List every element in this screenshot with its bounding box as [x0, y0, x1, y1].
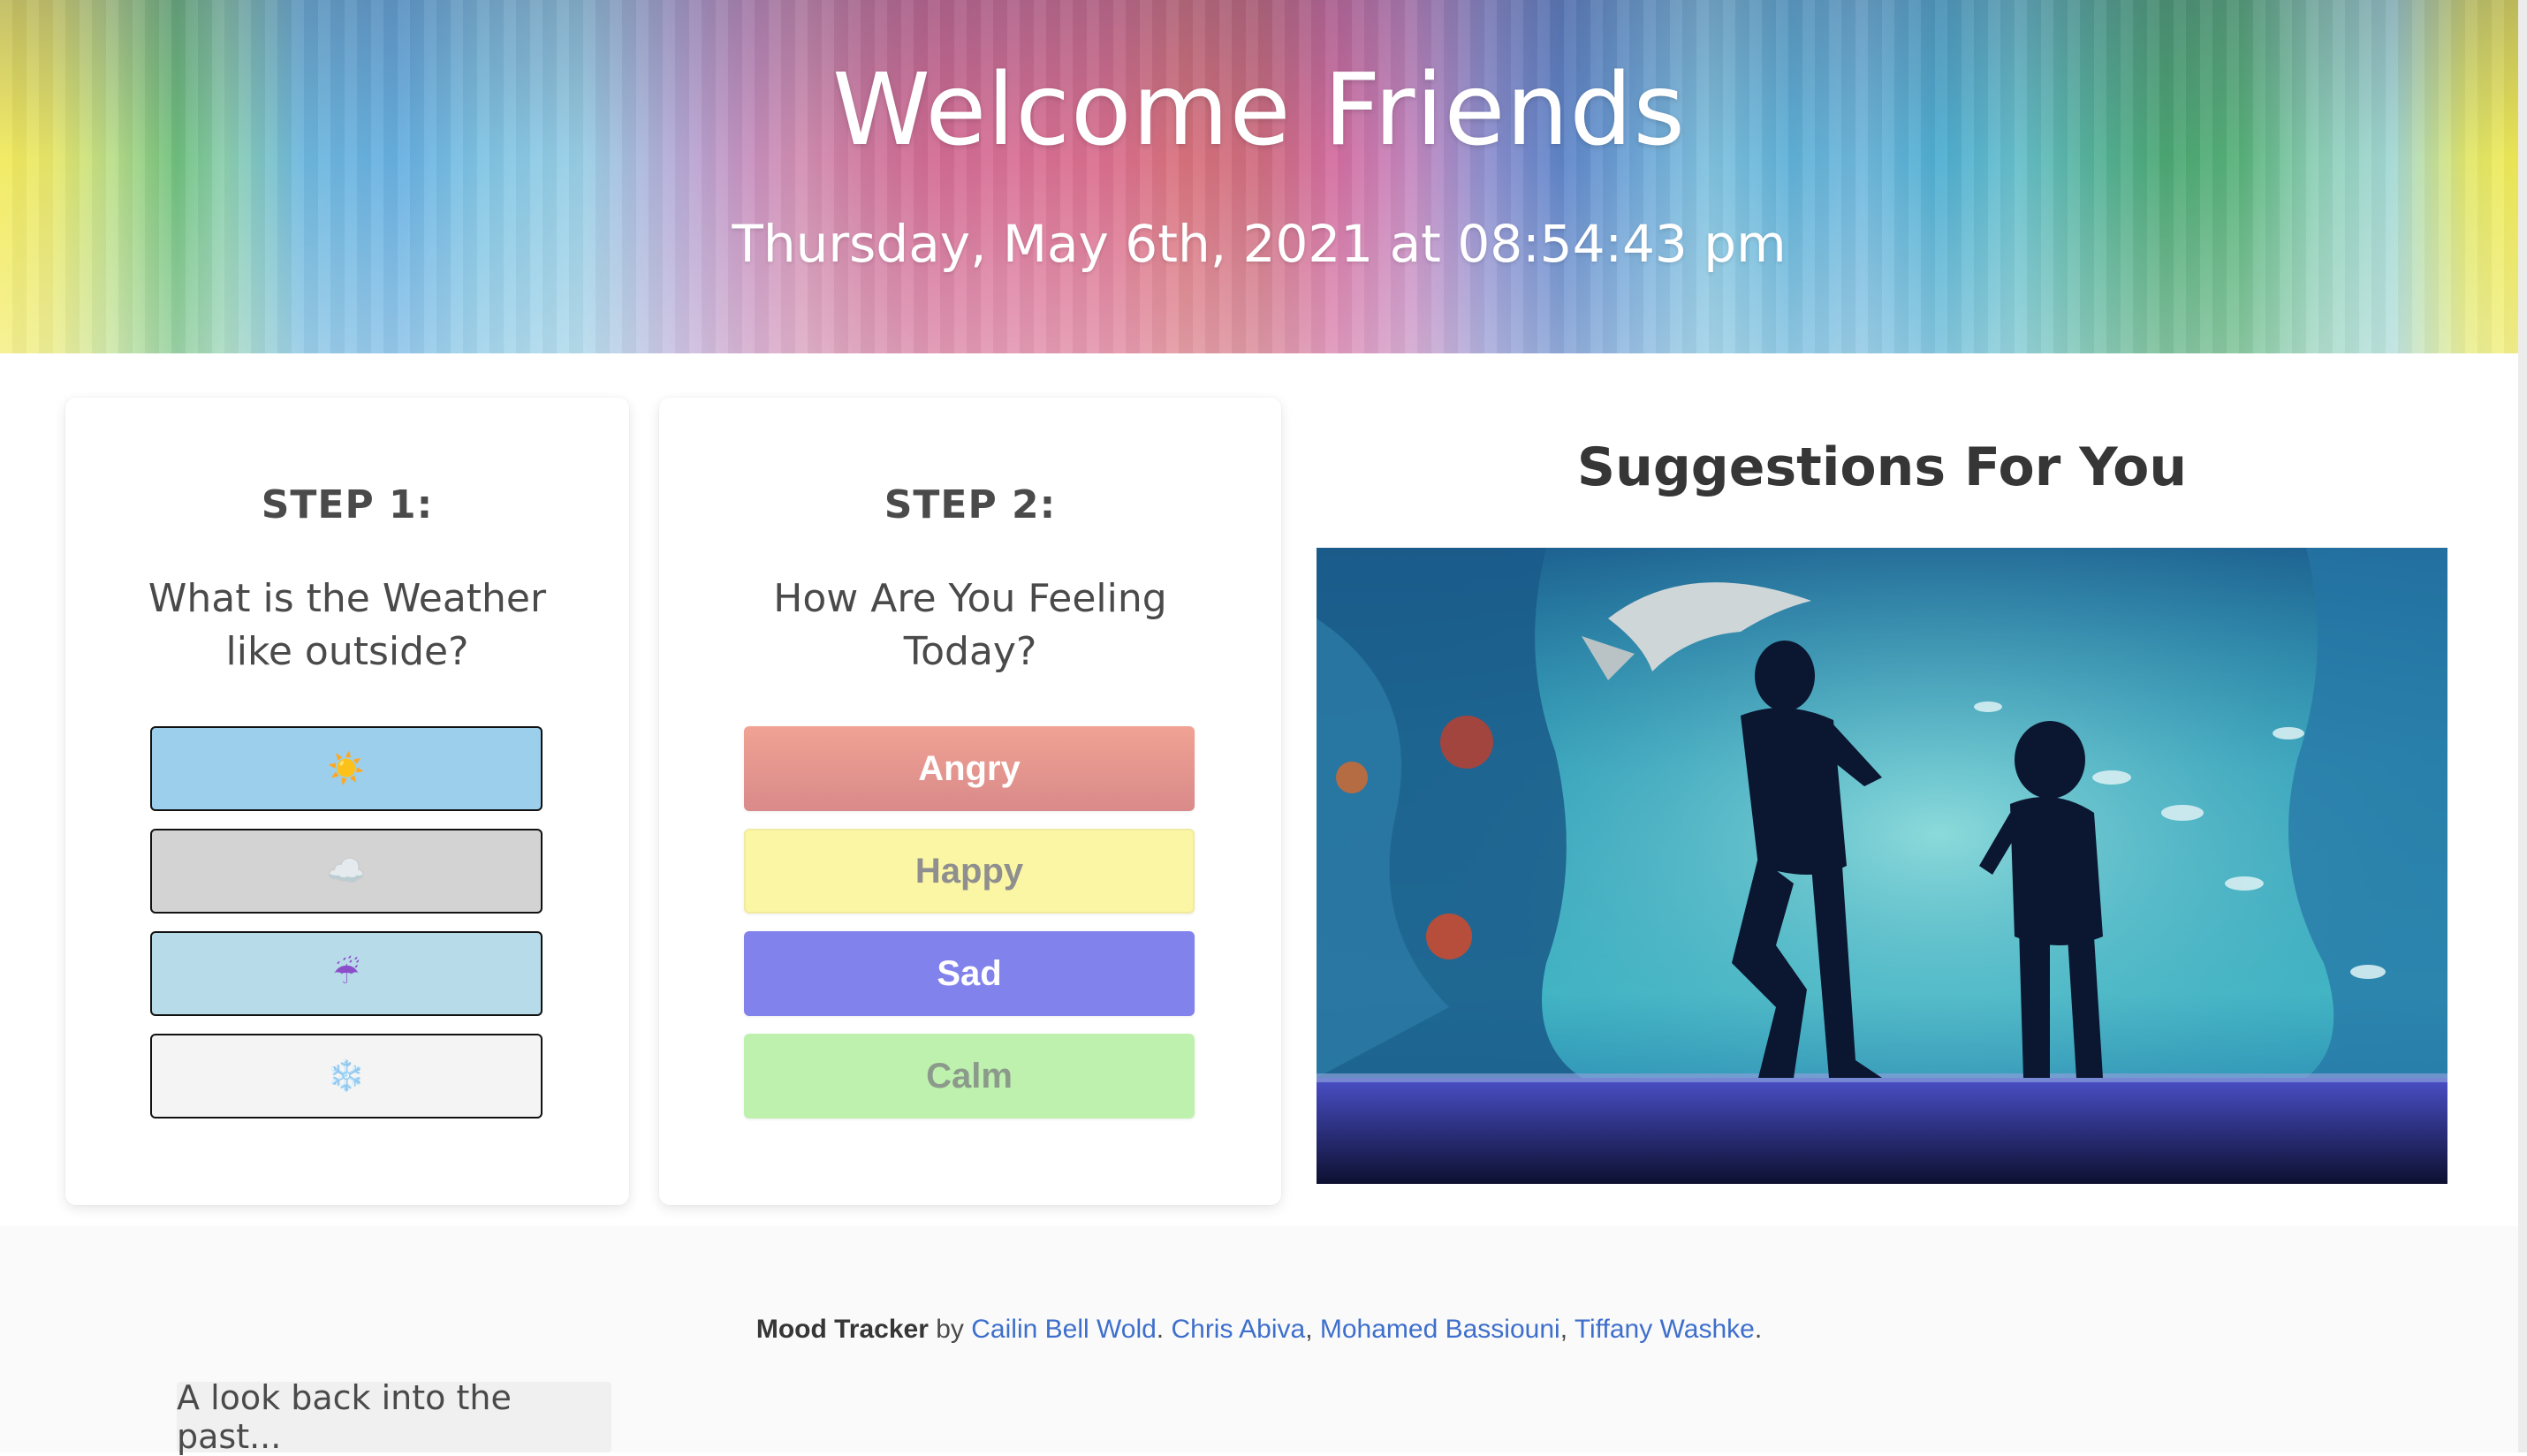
footer-credits: Mood Tracker by Cailin Bell Wold. Chris … [0, 1315, 2518, 1345]
author-link-mohamed[interactable]: Mohamed Bassiouni [1320, 1315, 1560, 1344]
mood-card: STEP 2: How Are You Feeling Today? Angry… [659, 398, 1281, 1205]
page-title: Welcome Friends [832, 53, 1686, 168]
step-1-title: STEP 1: [261, 482, 434, 527]
umbrella-rain-icon: ☔ [332, 956, 360, 991]
footer-separator: , [1559, 1315, 1575, 1344]
author-link-tiffany[interactable]: Tiffany Washke [1575, 1315, 1755, 1344]
footer-separator: . [1156, 1315, 1172, 1344]
suggestion-image [1317, 548, 2447, 1184]
weather-question: What is the Weather like outside? [148, 576, 547, 674]
app-name: Mood Tracker [755, 1315, 929, 1344]
hero-banner: Welcome Friends Thursday, May 6th, 2021 … [0, 0, 2518, 353]
mood-calm-button[interactable]: Calm [744, 1034, 1195, 1119]
author-link-cailin[interactable]: Cailin Bell Wold [971, 1315, 1157, 1344]
snowflake-icon: ❄️ [327, 1058, 366, 1094]
mood-angry-button[interactable]: Angry [744, 726, 1195, 811]
weather-card: STEP 1: What is the Weather like outside… [65, 398, 629, 1205]
weather-rainy-button[interactable]: ☔ [150, 931, 543, 1016]
weather-sunny-button[interactable]: ☀️ [150, 726, 543, 811]
footer-separator: , [1305, 1315, 1320, 1344]
weather-snowy-button[interactable]: ❄️ [150, 1034, 543, 1119]
suggestions-title: Suggestions For You [1576, 436, 2188, 498]
footer-end: . [1754, 1315, 1763, 1344]
step-2-title: STEP 2: [884, 482, 1057, 527]
footer-by: by [936, 1315, 964, 1344]
author-link-chris[interactable]: Chris Abiva [1171, 1315, 1305, 1344]
cloud-icon: ☁️ [327, 853, 366, 889]
mood-sad-button[interactable]: Sad [744, 931, 1195, 1016]
weather-cloudy-button[interactable]: ☁️ [150, 829, 543, 914]
mood-question: How Are You Feeling Today? [773, 576, 1167, 674]
footer: Mood Tracker by Cailin Bell Wold. Chris … [0, 1226, 2518, 1456]
mood-happy-button[interactable]: Happy [744, 829, 1195, 914]
current-datetime: Thursday, May 6th, 2021 at 08:54:43 pm [732, 214, 1787, 274]
sun-icon: ☀️ [327, 751, 366, 786]
scrollbar[interactable] [2518, 0, 2527, 1452]
past-entries-button[interactable]: A look back into the past... [177, 1378, 611, 1456]
